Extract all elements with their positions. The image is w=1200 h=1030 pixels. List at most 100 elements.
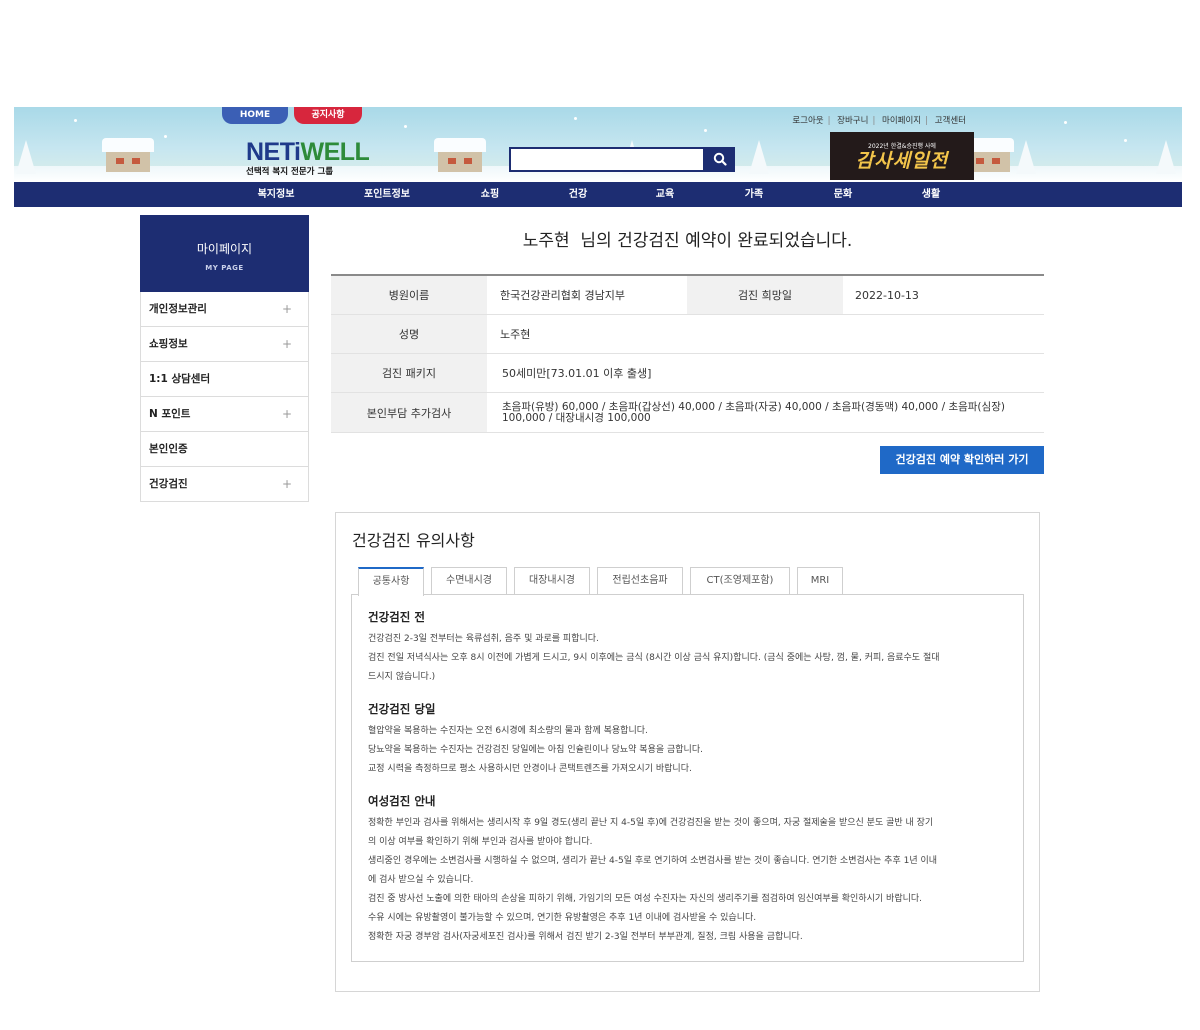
notice-section-women: 여성검진 안내 정확한 부인과 검사를 위해서는 생리시작 후 9일 경도(생리… bbox=[368, 793, 1013, 947]
sidebar-item-label: N 포인트 bbox=[149, 408, 191, 420]
notice-section-before: 건강검진 전 건강검진 2-3일 전부터는 육류섭취, 음주 및 과로를 피합니… bbox=[368, 609, 1013, 687]
section-line: 정확한 부인과 검사를 위해서는 생리시작 후 9일 경도(생리 끝난 지 4-… bbox=[368, 818, 934, 828]
section-line: 건강검진 2-3일 전부터는 육류섭취, 음주 및 과로를 피합니다. bbox=[368, 634, 599, 644]
section-line: 드시지 않습니다.) bbox=[368, 672, 436, 682]
sidebar-item-label: 개인정보관리 bbox=[149, 303, 207, 315]
logo-part-neti: NETi bbox=[246, 138, 301, 166]
snowflake-decoration bbox=[704, 129, 707, 132]
tab-colonoscopy[interactable]: 대장내시경 bbox=[514, 567, 590, 595]
extra-test-label: 본인부담 추가검사 bbox=[331, 393, 487, 432]
sale-event-banner[interactable]: 2022년 한결&승진행 사에 감사세일전 bbox=[830, 132, 974, 180]
notice-title: 건강검진 유의사항 bbox=[352, 531, 475, 550]
date-label: 검진 희망일 bbox=[687, 276, 843, 314]
snowflake-decoration bbox=[164, 135, 167, 138]
search-button[interactable] bbox=[705, 147, 735, 172]
snowflake-decoration bbox=[574, 117, 577, 120]
notice-section-day: 건강검진 당일 혈압약을 복용하는 수진자는 오전 6시경에 최소량의 물과 함… bbox=[368, 701, 1013, 779]
global-nav: 복지정보 포인트정보 쇼핑 건강 교육 가족 문화 생활 bbox=[14, 182, 1182, 207]
hospital-value: 한국건강관리협회 경남지부 bbox=[500, 289, 625, 302]
name-label: 성명 bbox=[331, 315, 487, 353]
snowflake-decoration bbox=[74, 119, 77, 122]
nav-point-info[interactable]: 포인트정보 bbox=[364, 182, 410, 207]
package-value: 50세미만[73.01.01 이후 출생] bbox=[502, 367, 652, 380]
tree-decoration bbox=[749, 140, 769, 174]
link-separator: | bbox=[827, 116, 831, 126]
search-icon bbox=[713, 152, 727, 166]
house-decoration bbox=[102, 138, 154, 172]
tab-common[interactable]: 공통사항 bbox=[358, 567, 424, 596]
name-value: 노주현 bbox=[500, 328, 531, 341]
section-line: 에 검사 받으실 수 있습니다. bbox=[368, 875, 474, 885]
nav-welfare-info[interactable]: 복지정보 bbox=[258, 182, 295, 207]
link-separator: | bbox=[925, 116, 929, 126]
package-label: 검진 패키지 bbox=[331, 354, 487, 392]
sidebar-item-counsel-center[interactable]: 1:1 상담센터 bbox=[140, 362, 309, 397]
tree-decoration bbox=[16, 140, 36, 174]
section-line: 수유 시에는 유방촬영이 불가능할 수 있으며, 연기한 유방촬영은 추후 1년… bbox=[368, 913, 757, 923]
section-title: 건강검진 전 bbox=[368, 610, 425, 624]
sidebar-item-personal-info[interactable]: 개인정보관리 + bbox=[140, 292, 309, 327]
tab-mri[interactable]: MRI bbox=[797, 567, 843, 595]
sidebar-item-label: 쇼핑정보 bbox=[149, 338, 188, 350]
section-title: 건강검진 당일 bbox=[368, 702, 436, 716]
tree-decoration bbox=[1156, 140, 1176, 174]
tab-sleep-endoscopy[interactable]: 수면내시경 bbox=[431, 567, 507, 595]
link-separator: | bbox=[872, 116, 876, 126]
table-row: 검진 패키지 50세미만[73.01.01 이후 출생] bbox=[331, 354, 1044, 393]
sidebar-header: 마이페이지 MY PAGE bbox=[140, 215, 309, 292]
nav-shopping[interactable]: 쇼핑 bbox=[481, 182, 499, 207]
home-tab[interactable]: HOME bbox=[222, 107, 288, 124]
page-title: 노주현 님의 건강검진 예약이 완료되었습니다. bbox=[522, 231, 853, 251]
table-row: 본인부담 추가검사 초음파(유방) 60,000 / 초음파(갑상선) 40,0… bbox=[331, 393, 1044, 433]
nav-health[interactable]: 건강 bbox=[569, 182, 587, 207]
sidebar-item-shopping-info[interactable]: 쇼핑정보 + bbox=[140, 327, 309, 362]
mypage-sidebar: 마이페이지 MY PAGE 개인정보관리 + 쇼핑정보 + 1:1 상담센터 N 포… bbox=[140, 215, 309, 502]
logo-part-well: WELL bbox=[300, 138, 370, 166]
section-line: 생리중인 경우에는 소변검사를 시행하실 수 없으며, 생리가 끝난 4-5일 … bbox=[368, 856, 938, 866]
check-reservation-button[interactable]: 건강검진 예약 확인하러 가기 bbox=[880, 446, 1044, 474]
customer-center-link[interactable]: 고객센터 bbox=[933, 116, 968, 126]
checkup-notice-panel: 건강검진 유의사항 공통사항 수면내시경 대장내시경 전립선초음파 CT(조영제… bbox=[335, 512, 1040, 992]
table-row: 성명 노주현 bbox=[331, 315, 1044, 354]
snowflake-decoration bbox=[1124, 139, 1127, 142]
header-banner: HOME 공지사항 NETiWELL 선택적 복지 전문가 그룹 로그아웃 | 장… bbox=[14, 107, 1182, 182]
section-line: 검진 중 방사선 노출에 의한 태아의 손상을 피하기 위해, 가임기의 모든 … bbox=[368, 894, 923, 904]
expand-plus-icon[interactable]: + bbox=[282, 327, 292, 361]
site-header: HOME 공지사항 NETiWELL 선택적 복지 전문가 그룹 로그아웃 | 장… bbox=[14, 107, 1182, 207]
sale-banner-subtext: 2022년 한결&승진행 사에 bbox=[868, 143, 936, 150]
section-title: 여성검진 안내 bbox=[368, 794, 436, 808]
search-input[interactable] bbox=[509, 147, 705, 172]
sidebar-item-health-checkup[interactable]: 건강검진 + bbox=[140, 467, 309, 502]
tab-ct[interactable]: CT(조영제포함) bbox=[690, 567, 790, 595]
logo-tagline: 선택적 복지 전문가 그룹 bbox=[246, 167, 334, 177]
cart-link[interactable]: 장바구니 bbox=[835, 116, 870, 126]
nav-education[interactable]: 교육 bbox=[656, 182, 674, 207]
section-line: 검진 전일 저녁식사는 오후 8시 이전에 가볍게 드시고, 9시 이후에는 금… bbox=[368, 653, 940, 663]
expand-plus-icon[interactable]: + bbox=[282, 467, 292, 501]
hospital-label: 병원이름 bbox=[331, 276, 487, 314]
nav-culture[interactable]: 문화 bbox=[834, 182, 852, 207]
sidebar-item-label: 건강검진 bbox=[149, 478, 188, 490]
date-value: 2022-10-13 bbox=[855, 288, 919, 302]
notice-tab[interactable]: 공지사항 bbox=[294, 107, 362, 124]
expand-plus-icon[interactable]: + bbox=[282, 292, 292, 326]
sidebar-item-verification[interactable]: 본인인증 bbox=[140, 432, 309, 467]
utility-links: 로그아웃 | 장바구니 | 마이페이지 | 고객센터 bbox=[790, 114, 968, 126]
snowflake-decoration bbox=[404, 125, 407, 128]
sidebar-item-label: 본인인증 bbox=[149, 443, 188, 455]
notice-tab-content: 건강검진 전 건강검진 2-3일 전부터는 육류섭취, 음주 및 과로를 피합니… bbox=[351, 594, 1024, 962]
logout-link[interactable]: 로그아웃 bbox=[790, 116, 825, 126]
nav-family[interactable]: 가족 bbox=[745, 182, 763, 207]
reservation-info-table: 병원이름 한국건강관리협회 경남지부 검진 희망일 2022-10-13 성명 … bbox=[331, 274, 1044, 433]
site-logo[interactable]: NETiWELL 선택적 복지 전문가 그룹 bbox=[246, 138, 370, 178]
expand-plus-icon[interactable]: + bbox=[282, 397, 292, 431]
mypage-link[interactable]: 마이페이지 bbox=[880, 116, 923, 126]
section-line: 혈압약을 복용하는 수진자는 오전 6시경에 최소량의 물과 함께 복용합니다. bbox=[368, 726, 648, 736]
house-decoration bbox=[434, 138, 486, 172]
sidebar-title: 마이페이지 bbox=[196, 242, 253, 256]
tree-decoration bbox=[1016, 140, 1036, 174]
sidebar-item-n-point[interactable]: N 포인트 + bbox=[140, 397, 309, 432]
nav-life[interactable]: 생활 bbox=[922, 182, 940, 207]
tab-prostate-ultrasound[interactable]: 전립선초음파 bbox=[597, 567, 683, 595]
snowflake-decoration bbox=[1064, 121, 1067, 124]
